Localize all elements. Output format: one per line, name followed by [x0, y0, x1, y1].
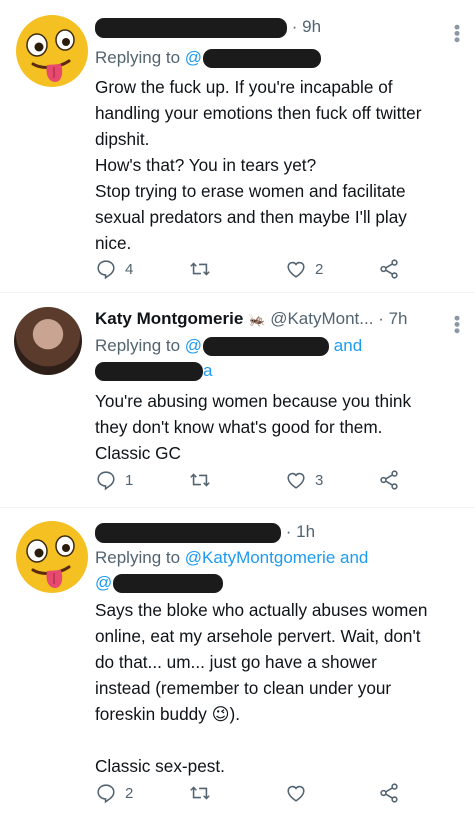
share-icon — [378, 258, 400, 280]
replying-to-line-2: @ — [95, 573, 224, 594]
replying-label: Replying to — [95, 336, 181, 355]
replying-handle[interactable]: @KatyMontgomerie and — [185, 548, 369, 567]
retweet-icon — [189, 782, 211, 804]
share-button[interactable] — [378, 782, 400, 804]
redacted-handle — [95, 362, 203, 382]
replying-to-line-2: a — [95, 361, 212, 382]
replying-handle[interactable]: @ — [185, 336, 202, 355]
retweet-button[interactable] — [189, 782, 219, 804]
replying-handle[interactable]: @ — [185, 48, 202, 67]
tweet-time[interactable]: · 1h — [286, 522, 315, 541]
share-icon — [378, 782, 400, 804]
tweet-header: · 1h — [95, 522, 315, 543]
tweet-header: Katy Montgomerie 🦗 @KatyMont... · 7h — [95, 309, 407, 329]
redacted-username — [95, 522, 281, 543]
tweet-actions: 1 3 — [95, 469, 415, 493]
replying-label: Replying to — [95, 548, 181, 567]
reply-button[interactable]: 2 — [95, 782, 133, 804]
more-options-icon[interactable]: ••• — [447, 24, 467, 43]
tweet[interactable]: · 1h Replying to @KatyMontgomerie and @ … — [0, 508, 474, 815]
tweet-text: You're abusing women because you think t… — [95, 391, 412, 463]
replying-tail[interactable]: a — [203, 361, 212, 380]
like-button[interactable]: 2 — [285, 258, 323, 280]
tweet-actions: 4 2 — [95, 258, 415, 282]
tweet-text: Grow the fuck up. If you're incapable of… — [95, 77, 422, 253]
share-icon — [378, 469, 400, 491]
tweet[interactable]: Katy Montgomerie 🦗 @KatyMont... · 7h •••… — [0, 293, 474, 507]
tweet-actions: 2 — [95, 782, 415, 806]
replying-handle-2[interactable]: @ — [95, 573, 112, 592]
redacted-handle — [203, 49, 322, 69]
tweet[interactable]: · 9h ••• Replying to @ Grow the fuck up.… — [0, 0, 474, 292]
tweet-text: Says the bloke who actually abuses women… — [95, 597, 465, 779]
redacted-handle — [113, 574, 224, 594]
replying-to-line: Replying to @ and — [95, 336, 363, 357]
retweet-button[interactable] — [189, 469, 219, 491]
replying-to-line: Replying to @ — [95, 48, 322, 69]
reply-icon — [95, 782, 117, 804]
replying-label: Replying to — [95, 48, 181, 67]
reply-icon — [95, 258, 117, 280]
like-count: 2 — [315, 260, 324, 278]
reply-count: 4 — [125, 260, 134, 278]
share-button[interactable] — [378, 258, 400, 280]
reply-count: 2 — [125, 784, 134, 802]
tweet-header: · 9h — [95, 17, 321, 38]
like-icon — [285, 782, 307, 804]
like-icon — [285, 469, 307, 491]
reply-button[interactable]: 4 — [95, 258, 133, 280]
tweet-time[interactable]: · 7h — [378, 309, 407, 328]
avatar[interactable] — [14, 307, 82, 375]
replying-to-line: Replying to @KatyMontgomerie and — [95, 548, 368, 568]
reply-button[interactable]: 1 — [95, 469, 133, 491]
handle[interactable]: @KatyMont... — [270, 309, 373, 328]
retweet-icon — [189, 258, 211, 280]
redacted-username — [95, 17, 287, 38]
cricket-icon: 🦗 — [248, 311, 266, 327]
like-icon — [285, 258, 307, 280]
share-button[interactable] — [378, 469, 400, 491]
like-count: 3 — [315, 471, 324, 489]
display-name[interactable]: Katy Montgomerie — [95, 309, 243, 328]
crazy-face-emoji-icon — [15, 14, 89, 88]
retweet-button[interactable] — [189, 258, 219, 280]
crazy-face-emoji-icon — [15, 520, 89, 594]
replying-and: and — [333, 336, 363, 355]
wink-emoji-icon: 😉 — [211, 704, 230, 724]
retweet-icon — [189, 469, 211, 491]
avatar[interactable] — [15, 520, 89, 594]
reply-icon — [95, 469, 117, 491]
tweet-text-part: Says the bloke who actually abuses women… — [95, 600, 428, 724]
redacted-handle — [203, 337, 330, 357]
more-options-icon[interactable]: ••• — [447, 315, 467, 334]
avatar[interactable] — [15, 14, 89, 88]
like-button[interactable] — [285, 782, 315, 804]
tweet-time[interactable]: · 9h — [292, 17, 321, 36]
like-button[interactable]: 3 — [285, 469, 323, 491]
reply-count: 1 — [125, 471, 134, 489]
